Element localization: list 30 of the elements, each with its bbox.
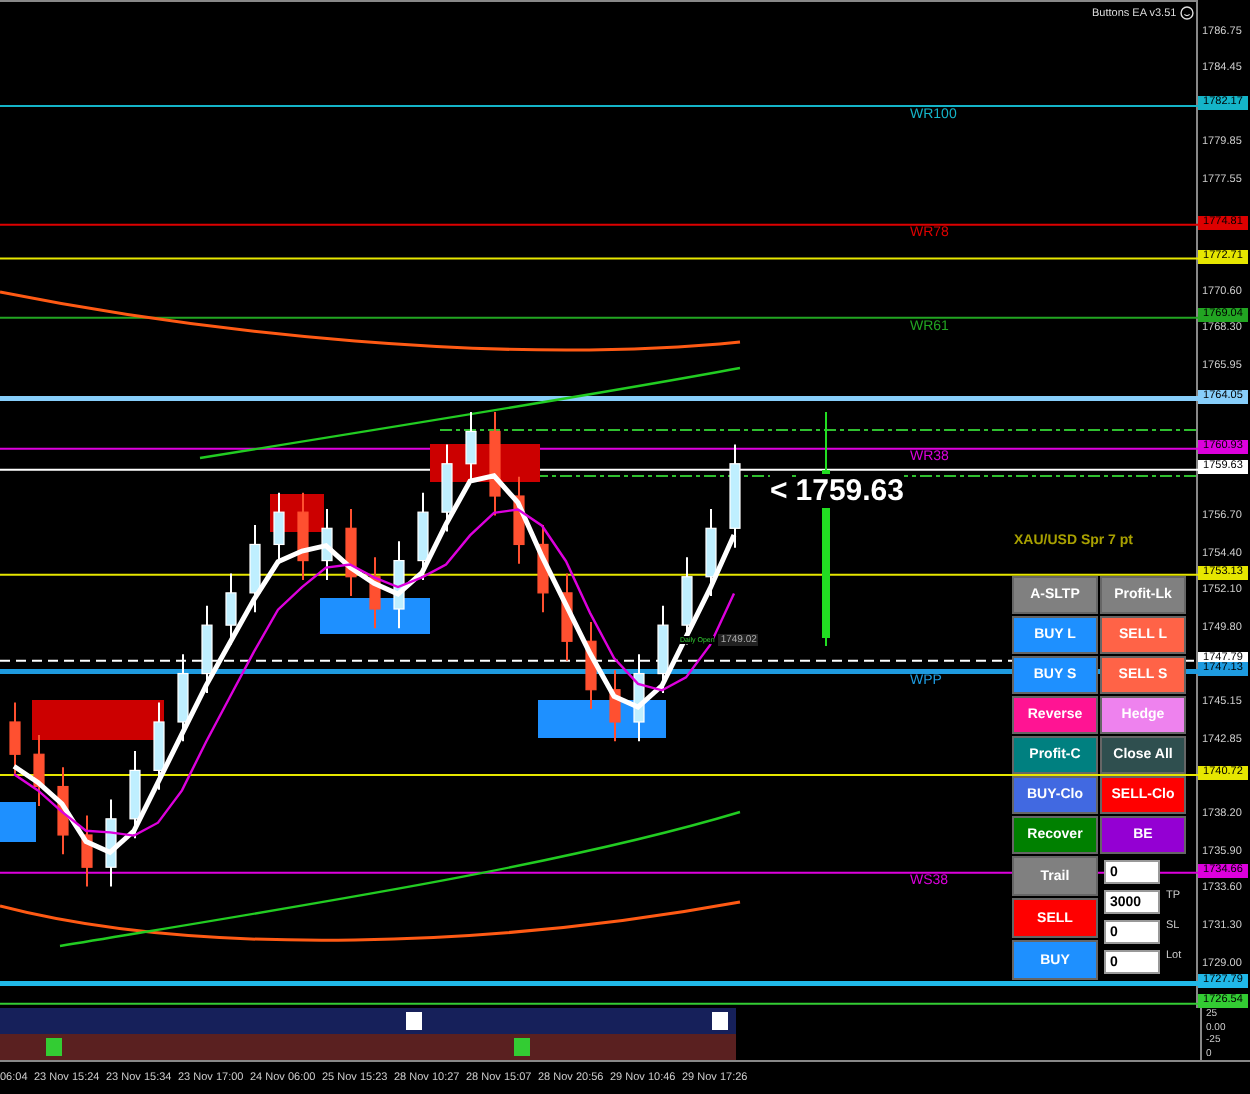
- candle: [489, 411, 501, 517]
- candle: [33, 733, 45, 807]
- candle: [9, 701, 21, 775]
- candle: [249, 524, 261, 614]
- candle: [393, 540, 405, 630]
- candle: [369, 556, 381, 630]
- candle: [729, 443, 741, 549]
- candle: [705, 507, 717, 598]
- candle: [201, 604, 213, 694]
- candle: [585, 620, 597, 711]
- price-zone-block: [32, 700, 164, 740]
- candle: [273, 491, 285, 565]
- candle: [657, 604, 669, 694]
- candle: [345, 507, 357, 598]
- smiley-icon: [1180, 6, 1195, 20]
- candle: [441, 443, 453, 533]
- candle: [609, 669, 621, 743]
- current-price: 1759.63: [795, 474, 904, 508]
- price-zone-block: [0, 802, 36, 842]
- candle: [81, 814, 93, 888]
- candle: [129, 750, 141, 840]
- candle: [153, 701, 165, 791]
- price-zone-block: [320, 598, 430, 634]
- candle: [417, 491, 429, 581]
- candle: [297, 491, 309, 581]
- candle: [633, 653, 645, 743]
- candle: [321, 507, 333, 581]
- candle: [105, 798, 117, 888]
- candle: [177, 653, 189, 743]
- candle: [681, 556, 693, 646]
